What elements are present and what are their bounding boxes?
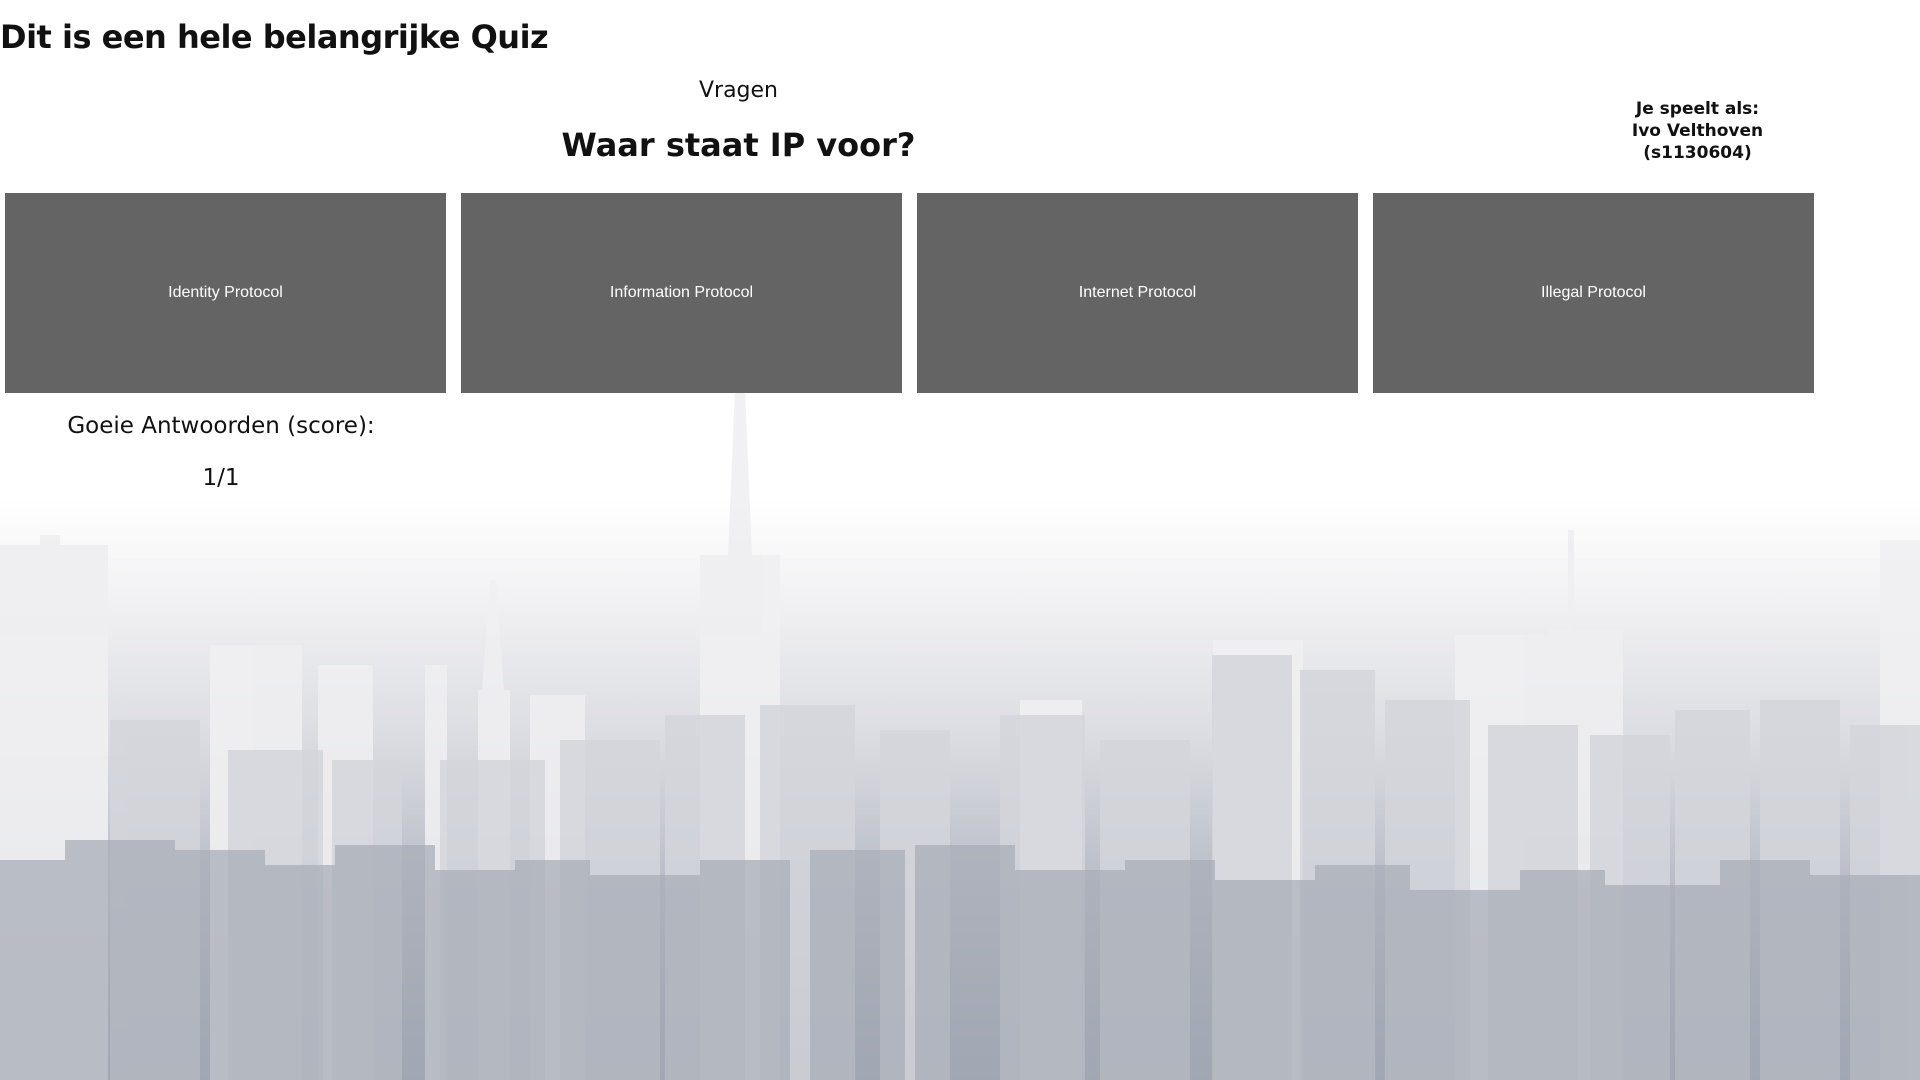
page-title: Dit is een hele belangrijke Quiz: [0, 18, 549, 56]
answer-button-illegal-protocol[interactable]: Illegal Protocol: [1373, 193, 1814, 393]
section-heading: Vragen: [698, 78, 779, 103]
answer-options: Identity Protocol Information Protocol I…: [5, 193, 1817, 393]
answer-button-identity-protocol[interactable]: Identity Protocol: [5, 193, 446, 393]
answer-button-internet-protocol[interactable]: Internet Protocol: [917, 193, 1358, 393]
score-value: 1/1: [202, 465, 240, 491]
player-name: Ivo Velthoven: [1631, 121, 1764, 141]
player-info: Je speelt als: Ivo Velthoven (s1130604): [1580, 98, 1815, 164]
player-label: Je speelt als:: [1635, 99, 1760, 119]
question-text: Waar staat IP voor?: [561, 126, 916, 164]
answer-button-information-protocol[interactable]: Information Protocol: [461, 193, 902, 393]
score-label: Goeie Antwoorden (score):: [67, 413, 375, 439]
player-student-id: (s1130604): [1643, 143, 1752, 163]
